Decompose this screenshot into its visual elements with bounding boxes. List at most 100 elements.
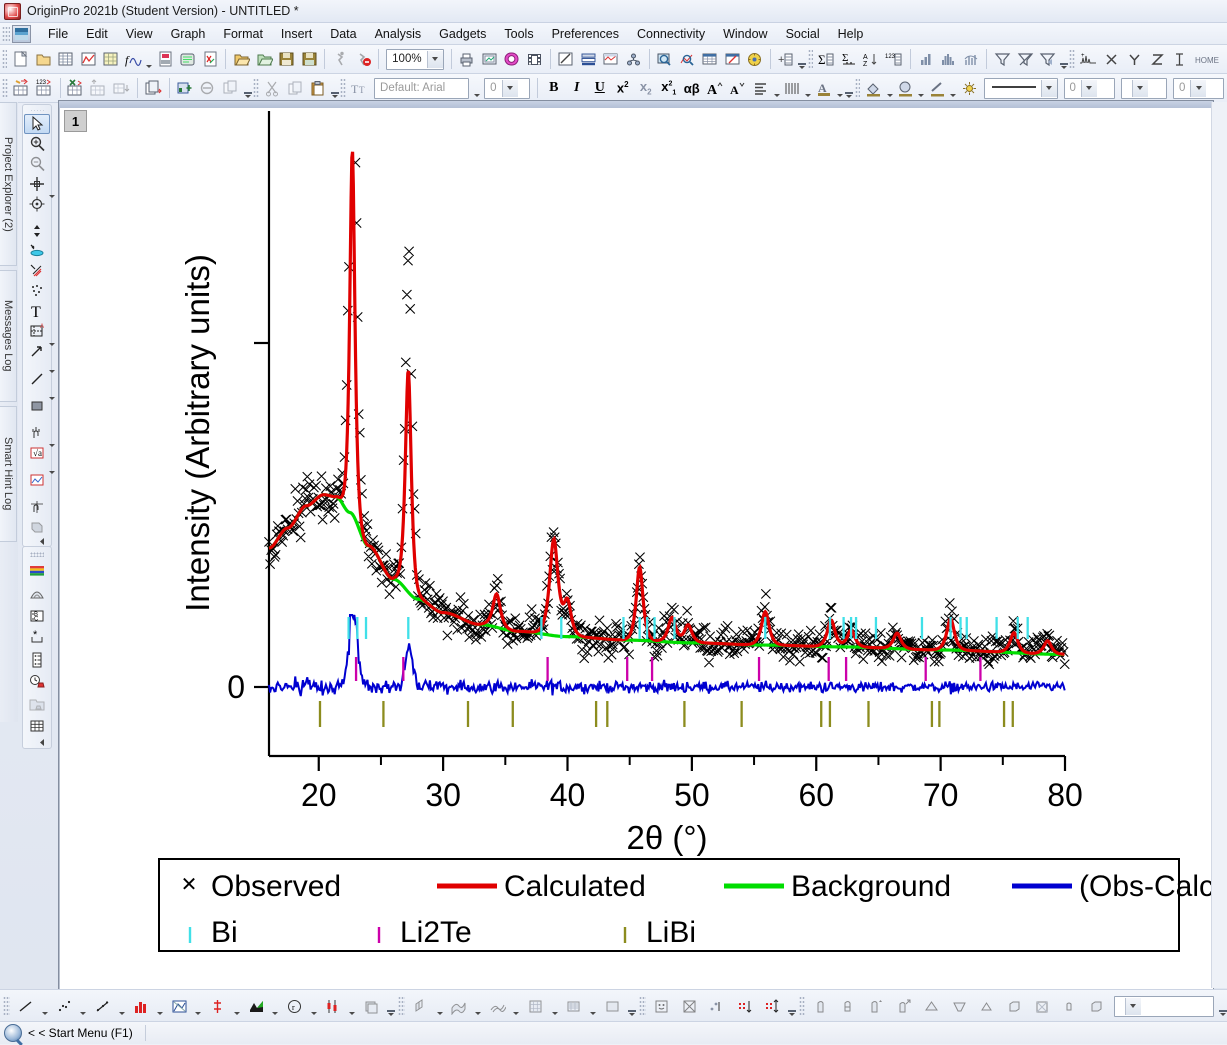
arrow-tool-icon[interactable] (24, 341, 50, 361)
open-excel-icon[interactable] (254, 47, 275, 72)
lighting-icon[interactable] (959, 76, 980, 101)
line-color-icon[interactable] (927, 76, 948, 101)
area-plot-dropdown[interactable] (193, 992, 204, 1021)
data-highlighter-tool-icon[interactable] (24, 241, 50, 261)
new-function-plot-icon[interactable]: f (123, 47, 144, 72)
candlestick-icon[interactable] (320, 994, 346, 1019)
xy-error-icon[interactable] (759, 994, 785, 1019)
toolbar-overflow-button[interactable] (798, 46, 807, 72)
origin-menu-logo-icon[interactable] (12, 24, 31, 43)
toolbar-grip-7[interactable] (854, 78, 861, 98)
bottom-overflow-2[interactable] (626, 993, 638, 1019)
bottom-toolbar-grip-3[interactable] (638, 996, 646, 1016)
peak-analyzer-icon[interactable]: + (1078, 47, 1100, 72)
layer-drag-tool-icon[interactable] (24, 497, 50, 517)
symbol-combo[interactable] (1120, 77, 1167, 99)
font-type-icon[interactable]: TT (349, 76, 370, 101)
start-menu-icon[interactable] (4, 1024, 22, 1042)
3d-trajectory-icon[interactable] (836, 994, 862, 1019)
equation-tool-dropdown[interactable] (24, 443, 55, 470)
new-layout-icon[interactable] (155, 47, 176, 72)
3d-waterfall-icon[interactable] (484, 994, 510, 1019)
reapply-filter-icon[interactable] (1037, 47, 1058, 72)
candlestick-dropdown[interactable] (347, 992, 358, 1021)
superscript-icon[interactable]: x2 (612, 76, 633, 101)
line-tool-dropdown[interactable] (24, 369, 55, 396)
menu-item-format[interactable]: Format (214, 25, 272, 43)
line-style-dropdown-arrow[interactable] (1041, 79, 1057, 97)
3d-parametric-icon[interactable] (1057, 994, 1083, 1019)
3d-surface-dropdown[interactable] (473, 992, 484, 1021)
font-name-combo[interactable]: Default: Arial (374, 77, 470, 99)
print-icon[interactable] (456, 47, 477, 72)
font-name-dropdown[interactable] (472, 74, 481, 103)
3d-scatter-icon[interactable] (808, 994, 834, 1019)
movie-icon[interactable] (524, 47, 545, 72)
bold-icon[interactable]: B (543, 76, 564, 101)
new-excel-icon[interactable] (200, 47, 221, 72)
3d-matrix-icon[interactable] (523, 994, 549, 1019)
3d-surface-icon[interactable] (446, 994, 472, 1019)
scale-tool-icon[interactable] (24, 423, 50, 443)
scatter-plot-icon[interactable] (51, 994, 77, 1019)
duplicate-sheet-icon[interactable] (221, 76, 242, 101)
copy-page-icon[interactable] (143, 76, 164, 101)
high-low-close-dropdown[interactable] (231, 992, 242, 1021)
3d-vector-icon[interactable] (864, 994, 890, 1019)
column-chart-icon[interactable] (916, 47, 937, 72)
screen-reader-tool-icon[interactable] (24, 174, 50, 194)
arrow-tool-dropdown[interactable] (24, 342, 55, 368)
increase-font-icon[interactable]: A (704, 76, 725, 101)
toolbar-grip-3[interactable] (1069, 49, 1075, 69)
add-excel-sheet-icon[interactable] (65, 76, 86, 101)
subscript-icon[interactable]: x2 (635, 76, 656, 101)
new-workbook-icon[interactable] (56, 47, 77, 72)
clock-stamp-tool-icon[interactable] (24, 671, 50, 693)
zoom-combo[interactable]: 100% (386, 48, 444, 70)
edit-layer-icon[interactable] (722, 47, 743, 72)
menu-item-insert[interactable]: Insert (272, 25, 321, 43)
toolbar-grip-5[interactable] (253, 78, 259, 98)
graph-object-dropdown[interactable] (24, 470, 55, 497)
grid-tool-icon[interactable] (24, 715, 50, 737)
mask-icon[interactable] (198, 76, 219, 101)
toolbar-grip-6[interactable] (340, 78, 347, 98)
3d-funnel-icon[interactable] (946, 994, 972, 1019)
line-symbol-icon[interactable] (90, 994, 116, 1019)
bottom-overflow-3[interactable] (786, 993, 798, 1019)
menu-item-window[interactable]: Window (714, 25, 776, 43)
menu-item-edit[interactable]: Edit (77, 25, 117, 43)
fill-area-icon[interactable] (243, 994, 269, 1019)
export-graph-icon[interactable] (501, 47, 522, 72)
toolbar-overflow-button-3[interactable] (243, 75, 253, 101)
save-project-icon[interactable] (276, 47, 297, 72)
line-style-combo[interactable] (983, 77, 1058, 99)
zoom-in-tool-icon[interactable] (24, 134, 50, 154)
super-sub-icon[interactable]: x21 (658, 76, 679, 101)
sort-icon[interactable]: AZ (861, 47, 882, 72)
fill-color-dropdown[interactable] (885, 74, 894, 103)
sum-icon[interactable]: Σ (816, 47, 837, 72)
asterisk-tool-icon[interactable]: * (24, 627, 50, 649)
add-layer-icon[interactable]: + (776, 47, 797, 72)
menu-item-data[interactable]: Data (321, 25, 365, 43)
add-col-icon[interactable] (88, 76, 109, 101)
right-scrollbar[interactable] (1211, 102, 1227, 988)
statistics-icon[interactable]: Σ (839, 47, 860, 72)
line-plot-dropdown[interactable] (39, 992, 50, 1021)
line-color-dropdown[interactable] (949, 74, 958, 103)
image-plot-icon[interactable] (600, 994, 626, 1019)
scatter-plot-dropdown[interactable] (78, 992, 89, 1021)
bottom-overflow-4[interactable] (1217, 993, 1227, 1019)
home-icon[interactable]: HOME (1192, 47, 1226, 72)
new-folder-icon[interactable] (33, 47, 54, 72)
stacked-plot-icon[interactable] (358, 994, 384, 1019)
high-low-close-icon[interactable] (205, 994, 231, 1019)
ternary-plot-icon[interactable] (676, 994, 702, 1019)
zoom-region-icon[interactable] (677, 47, 698, 72)
count-icon[interactable]: 123 (884, 47, 905, 72)
stop-script-icon[interactable] (353, 47, 374, 72)
3d-waterfall-dropdown[interactable] (511, 992, 522, 1021)
folder-export-tool-icon[interactable] (24, 693, 50, 715)
line-pattern-icon[interactable] (782, 76, 803, 101)
